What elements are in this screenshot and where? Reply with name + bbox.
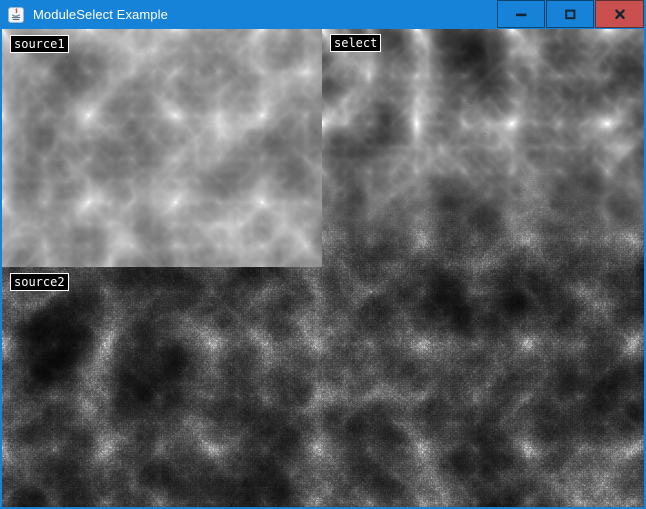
- app-window: ModuleSelect Example: [0, 0, 646, 509]
- titlebar[interactable]: ModuleSelect Example: [0, 0, 646, 29]
- select-label: select: [330, 34, 381, 52]
- source1-label: source1: [10, 35, 69, 53]
- close-icon: [612, 6, 628, 22]
- maximize-button[interactable]: [546, 0, 594, 28]
- source1-noise-texture: [2, 29, 322, 267]
- select-noise-texture: [322, 29, 644, 300]
- java-app-icon: [8, 7, 24, 23]
- render-canvas: source1 select source2: [2, 29, 644, 507]
- minimize-icon: [513, 6, 529, 22]
- minimize-button[interactable]: [497, 0, 545, 28]
- maximize-icon: [562, 6, 578, 22]
- source2-label: source2: [10, 273, 69, 291]
- close-button[interactable]: [595, 0, 644, 28]
- window-title: ModuleSelect Example: [33, 0, 168, 29]
- window-controls: [497, 0, 644, 28]
